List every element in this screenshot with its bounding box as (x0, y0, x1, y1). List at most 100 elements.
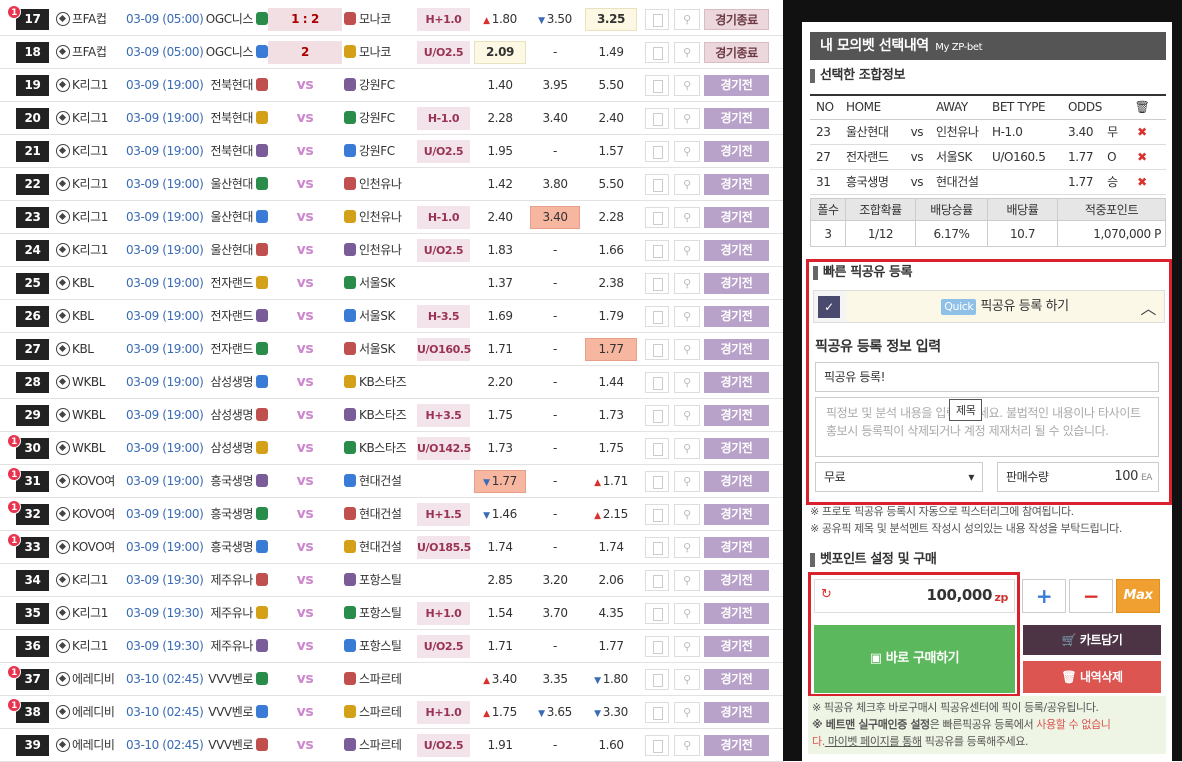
odds-o2[interactable]: 3.40 (530, 102, 580, 134)
document-icon[interactable] (645, 75, 669, 96)
quick-bar[interactable]: Quick 픽공유 등록 하기 ︿ (846, 291, 1164, 322)
status-button[interactable]: 경기종료 (704, 42, 769, 63)
analysis-textarea[interactable]: 픽정보 및 분석 내용을 입력해주세요. 불법적인 내용이나 타사이트 홍보시 … (815, 397, 1159, 457)
odds-o2[interactable]: 3.40 (530, 206, 580, 229)
document-icon[interactable] (645, 372, 669, 393)
status-button[interactable]: 경기전 (704, 306, 769, 327)
document-icon[interactable] (645, 702, 669, 723)
document-icon[interactable] (645, 570, 669, 591)
odds-o2[interactable]: 3.20 (530, 564, 580, 596)
location-pin-icon[interactable]: ⚲ (674, 42, 700, 63)
status-button[interactable]: 경기전 (704, 405, 769, 426)
status-button[interactable]: 경기전 (704, 174, 769, 195)
document-icon[interactable] (645, 240, 669, 261)
status-button[interactable]: 경기전 (704, 636, 769, 657)
odds-o3[interactable]: 1.60 (585, 729, 637, 761)
document-icon[interactable] (645, 108, 669, 129)
odds-o3[interactable]: 2.38 (585, 267, 637, 299)
location-pin-icon[interactable]: ⚲ (674, 306, 700, 327)
price-select[interactable]: 무료 (815, 462, 983, 492)
odds-o1[interactable]: 2.28 (474, 102, 526, 134)
odds-o1[interactable]: 2.85 (474, 564, 526, 596)
location-pin-icon[interactable]: ⚲ (674, 504, 700, 525)
odds-o3[interactable]: 2.28 (585, 201, 637, 233)
location-pin-icon[interactable]: ⚲ (674, 273, 700, 294)
location-pin-icon[interactable]: ⚲ (674, 669, 700, 690)
document-icon[interactable] (645, 735, 669, 756)
odds-o3[interactable]: ▼ 1.80 (585, 663, 637, 695)
odds-o2[interactable]: 3.35 (530, 663, 580, 695)
cart-button[interactable]: 🛒 카트담기 (1023, 625, 1161, 655)
odds-o3[interactable]: 5.50 (585, 69, 637, 101)
location-pin-icon[interactable]: ⚲ (674, 438, 700, 459)
document-icon[interactable] (645, 405, 669, 426)
location-pin-icon[interactable]: ⚲ (674, 405, 700, 426)
status-button[interactable]: 경기전 (704, 339, 769, 360)
document-icon[interactable] (645, 339, 669, 360)
status-button[interactable]: 경기전 (704, 372, 769, 393)
refresh-icon[interactable]: ↻ (821, 587, 832, 602)
odds-o2[interactable]: - (530, 630, 580, 662)
odds-o3[interactable]: 1.74 (585, 531, 637, 563)
odds-o2[interactable]: - (530, 531, 580, 563)
status-button[interactable]: 경기전 (704, 702, 769, 723)
document-icon[interactable] (645, 174, 669, 195)
odds-o2[interactable]: - (530, 267, 580, 299)
status-button[interactable]: 경기전 (704, 438, 769, 459)
status-button[interactable]: 경기전 (704, 240, 769, 261)
status-button[interactable]: 경기전 (704, 471, 769, 492)
odds-o1[interactable]: 1.74 (474, 531, 526, 563)
odds-o3[interactable]: 2.40 (585, 102, 637, 134)
odds-o1[interactable]: 1.91 (474, 729, 526, 761)
odds-o3[interactable]: 3.25 (585, 8, 637, 31)
odds-o1[interactable]: 1.69 (474, 300, 526, 332)
status-button[interactable]: 경기전 (704, 141, 769, 162)
odds-o3[interactable]: 1.75 (585, 432, 637, 464)
odds-o1[interactable]: 1.73 (474, 432, 526, 464)
plus-button[interactable]: + (1022, 579, 1066, 613)
odds-o3[interactable]: 1.73 (585, 399, 637, 431)
odds-o1[interactable]: 1.71 (474, 630, 526, 662)
odds-o1[interactable]: 2.09 (474, 41, 526, 64)
odds-o1[interactable]: 1.75 (474, 399, 526, 431)
odds-o2[interactable]: ▼ 3.65 (530, 696, 580, 728)
status-button[interactable]: 경기전 (704, 207, 769, 228)
odds-o2[interactable]: 3.80 (530, 168, 580, 200)
odds-o3[interactable]: 1.77 (585, 630, 637, 662)
document-icon[interactable] (645, 504, 669, 525)
odds-o1[interactable]: 2.40 (474, 201, 526, 233)
status-button[interactable]: 경기전 (704, 669, 769, 690)
document-icon[interactable] (645, 207, 669, 228)
delete-button[interactable]: 🗑 내역삭제 (1023, 661, 1161, 693)
location-pin-icon[interactable]: ⚲ (674, 75, 700, 96)
odds-o2[interactable]: - (530, 300, 580, 332)
location-pin-icon[interactable]: ⚲ (674, 570, 700, 591)
status-button[interactable]: 경기전 (704, 603, 769, 624)
odds-o3[interactable]: 1.79 (585, 300, 637, 332)
location-pin-icon[interactable]: ⚲ (674, 240, 700, 261)
document-icon[interactable] (645, 9, 669, 30)
status-button[interactable]: 경기전 (704, 504, 769, 525)
document-icon[interactable] (645, 273, 669, 294)
quantity-field[interactable]: 판매수량 100 EA (997, 462, 1159, 492)
max-button[interactable]: Max (1116, 579, 1160, 613)
document-icon[interactable] (645, 537, 669, 558)
odds-o1[interactable]: ▼ 1.77 (474, 470, 526, 493)
document-icon[interactable] (645, 141, 669, 162)
amount-input[interactable]: ↻ 100,000 zp (814, 579, 1015, 613)
odds-o1[interactable]: 1.95 (474, 135, 526, 167)
document-icon[interactable] (645, 603, 669, 624)
location-pin-icon[interactable]: ⚲ (674, 339, 700, 360)
odds-o2[interactable]: - (530, 465, 580, 497)
odds-o3[interactable]: ▲ 1.71 (585, 465, 637, 497)
odds-o3[interactable]: ▼ 3.30 (585, 696, 637, 728)
odds-o1[interactable]: ▲ 1.75 (474, 696, 526, 728)
odds-o2[interactable]: ▼ 3.50 (530, 3, 580, 35)
odds-o3[interactable]: 5.50 (585, 168, 637, 200)
location-pin-icon[interactable]: ⚲ (674, 174, 700, 195)
location-pin-icon[interactable]: ⚲ (674, 702, 700, 723)
status-button[interactable]: 경기전 (704, 108, 769, 129)
odds-o2[interactable]: - (530, 36, 580, 68)
location-pin-icon[interactable]: ⚲ (674, 603, 700, 624)
document-icon[interactable] (645, 306, 669, 327)
